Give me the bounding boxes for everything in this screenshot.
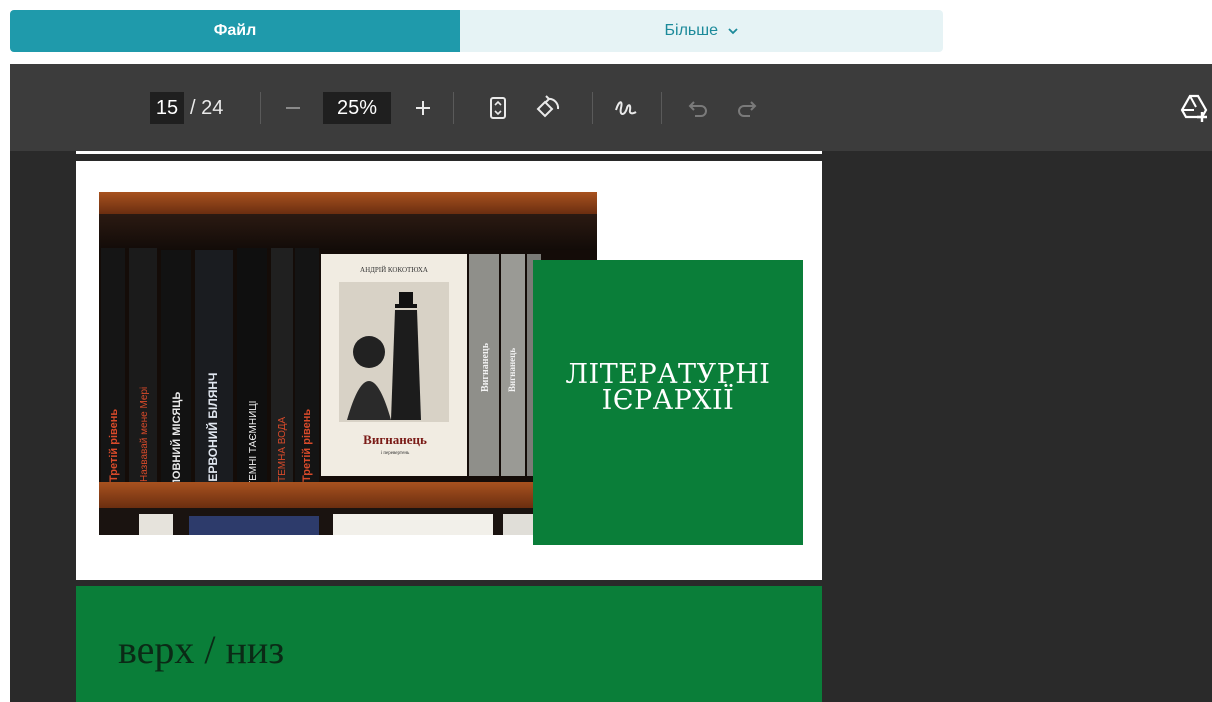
undo-button[interactable] xyxy=(682,92,714,124)
page-total: / 24 xyxy=(190,97,224,119)
spine-text-4: ЧЕРВОНИЙ БІЛЯНЧ xyxy=(205,373,220,491)
zoom-in-button[interactable] xyxy=(407,92,439,124)
viewer-toolbar: 15 / 24 25% xyxy=(10,64,1212,151)
add-to-drive-icon[interactable] xyxy=(1180,92,1212,124)
cover-subtitle: і перевертень xyxy=(381,451,410,456)
divider xyxy=(453,92,454,124)
side-spine-2: Вигнанець xyxy=(507,348,517,392)
spine-text-1: Третій рівень xyxy=(108,409,120,482)
fit-page-icon xyxy=(490,97,506,119)
spine-text-5: ТЕМНІ ТАЄМНИЦІ xyxy=(248,401,259,487)
cover-author: АНДРІЙ КОКОТЮХА xyxy=(360,266,428,274)
page-number-input[interactable]: 15 xyxy=(150,92,184,124)
tab-bar: Файл Більше xyxy=(10,10,943,52)
minus-icon xyxy=(286,107,300,109)
slide-title-box: ЛІТЕРАТУРНІ ІЄРАРХІЇ xyxy=(533,260,803,545)
rotate-button[interactable] xyxy=(532,92,564,124)
zoom-level-input[interactable]: 25% xyxy=(323,92,391,124)
divider xyxy=(592,92,593,124)
spine-text-6: ТЕМНА ВОДА xyxy=(277,417,288,482)
draw-icon xyxy=(615,101,637,115)
fit-page-button[interactable] xyxy=(482,92,514,124)
tab-more[interactable]: Більше xyxy=(460,10,943,52)
pdf-viewer: 15 / 24 25% Третій рівень Назвавай мене … xyxy=(10,64,1212,702)
spine-text-3: ПОВНИЙ МІСЯЦЬ xyxy=(170,392,183,487)
divider xyxy=(661,92,662,124)
divider xyxy=(260,92,261,124)
rotate-icon xyxy=(536,95,560,118)
redo-button[interactable] xyxy=(731,92,763,124)
cover-title: Вигнанець xyxy=(363,432,427,447)
spine-text-7: Третій рівень xyxy=(301,409,313,482)
slide-title: ЛІТЕРАТУРНІ ІЄРАРХІЇ xyxy=(565,358,771,416)
redo-icon xyxy=(738,101,757,117)
bookshelf-photo: Третій рівень Назвавай мене Мері ПОВНИЙ … xyxy=(99,192,597,535)
draw-button[interactable] xyxy=(610,92,642,124)
next-pdf-page: верх / низ xyxy=(76,586,822,702)
previous-page-edge xyxy=(76,151,822,154)
next-page-heading: верх / низ xyxy=(118,627,285,672)
undo-icon xyxy=(688,101,707,117)
spine-text-2: Назвавай мене Мері xyxy=(139,387,150,482)
tab-more-label: Більше xyxy=(664,22,718,40)
pdf-page: Третій рівень Назвавай мене Мері ПОВНИЙ … xyxy=(76,161,822,580)
plus-icon xyxy=(416,101,430,115)
zoom-out-button[interactable] xyxy=(277,92,309,124)
chevron-down-icon xyxy=(728,10,739,52)
side-spine-1: Вигнанець xyxy=(480,342,491,392)
tab-file[interactable]: Файл xyxy=(10,10,460,52)
